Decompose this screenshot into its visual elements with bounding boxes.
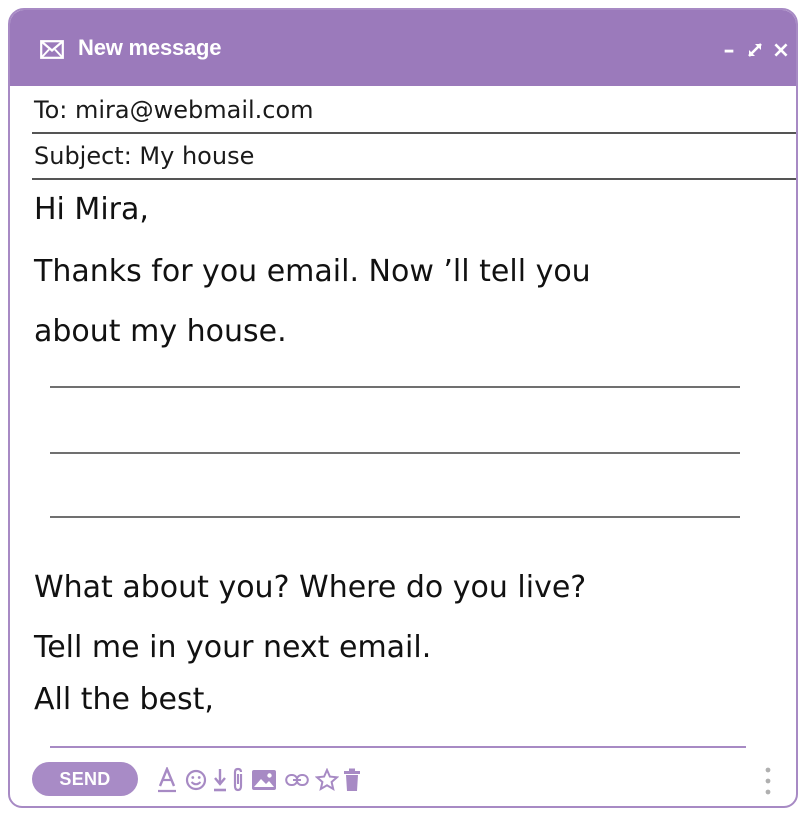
body-line[interactable]: Thanks for you email. Now ’ll tell you bbox=[34, 254, 786, 289]
header-divider bbox=[32, 178, 796, 180]
text-format-icon[interactable] bbox=[156, 766, 178, 794]
more-options-icon[interactable] bbox=[764, 764, 772, 798]
body-line[interactable]: What about you? Where do you live? bbox=[34, 570, 786, 605]
envelope-icon bbox=[40, 40, 64, 59]
body-line[interactable]: Hi Mira, bbox=[34, 192, 786, 227]
compose-toolbar: SEND bbox=[32, 762, 786, 798]
send-button[interactable]: SEND bbox=[32, 762, 138, 796]
star-icon[interactable] bbox=[314, 766, 340, 794]
window-title: New message bbox=[78, 35, 222, 60]
body-divider bbox=[50, 746, 746, 748]
image-icon[interactable] bbox=[250, 766, 278, 794]
subject-field[interactable]: Subject: My house bbox=[34, 142, 796, 170]
title-bar[interactable]: New message – × bbox=[10, 10, 796, 86]
to-field[interactable]: To: mira@webmail.com bbox=[34, 96, 796, 124]
blank-writing-line[interactable] bbox=[50, 452, 740, 454]
body-line[interactable]: about my house. bbox=[34, 314, 786, 349]
body-line[interactable]: Tell me in your next email. bbox=[34, 630, 786, 665]
minimize-button[interactable]: – bbox=[718, 36, 740, 64]
trash-icon[interactable] bbox=[342, 766, 362, 794]
link-icon[interactable] bbox=[284, 766, 310, 794]
window-controls: – × bbox=[718, 34, 796, 66]
expand-icon bbox=[748, 43, 762, 57]
body-line[interactable]: All the best, bbox=[34, 682, 786, 717]
blank-writing-line[interactable] bbox=[50, 386, 740, 388]
header-divider bbox=[32, 132, 796, 134]
compose-window: New message – × To: mira@webmail.com Sub… bbox=[8, 8, 798, 808]
attach-icon[interactable] bbox=[230, 766, 246, 794]
download-icon[interactable] bbox=[212, 766, 228, 794]
blank-writing-line[interactable] bbox=[50, 516, 740, 518]
emoji-icon[interactable] bbox=[184, 766, 208, 794]
close-button[interactable]: × bbox=[770, 36, 792, 64]
expand-button[interactable] bbox=[744, 36, 766, 64]
